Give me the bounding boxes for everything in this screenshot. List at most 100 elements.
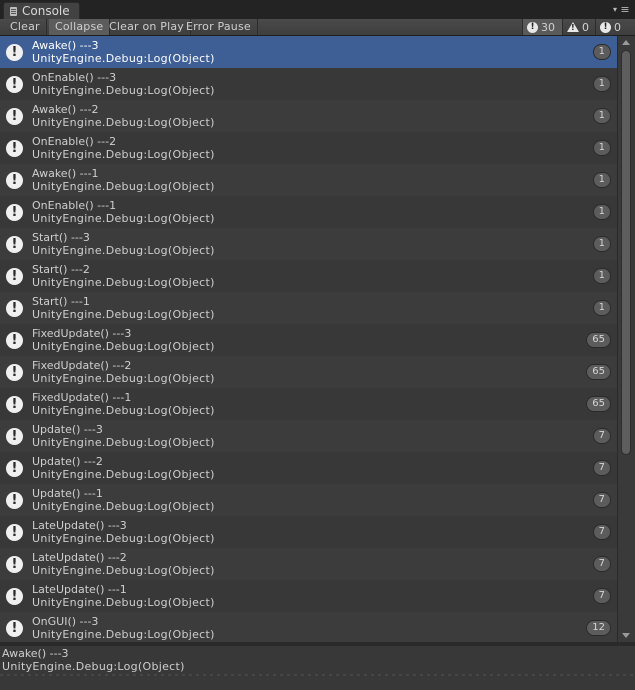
collapse-toggle[interactable]: Collapse bbox=[49, 19, 111, 35]
scrollbar-thumb[interactable] bbox=[621, 50, 631, 455]
detail-panel: Awake() ---3 UnityEngine.Debug:Log(Objec… bbox=[0, 646, 635, 690]
log-entry-count-badge: 7 bbox=[592, 524, 611, 540]
log-entry-row[interactable]: ! OnEnable() ---2 UnityEngine.Debug:Log(Ob… bbox=[0, 132, 617, 164]
console-toolbar: Clear Collapse Clear on Play Error Pause… bbox=[0, 19, 635, 36]
info-icon: ! bbox=[6, 108, 23, 125]
clear-button[interactable]: Clear bbox=[4, 19, 47, 35]
info-icon: ! bbox=[527, 21, 538, 33]
log-entry-row[interactable]: ! LateUpdate() ---2 UnityEngine.Debug:Log(… bbox=[0, 548, 617, 580]
error-pause-toggle[interactable]: Error Pause bbox=[180, 19, 258, 35]
log-entry-count-badge: 12 bbox=[586, 620, 611, 636]
log-entry-stacktrace: UnityEngine.Debug:Log(Object) bbox=[32, 564, 215, 577]
log-entry-row[interactable]: ! OnEnable() ---1 UnityEngine.Debug:Log(Ob… bbox=[0, 196, 617, 228]
log-entry-count-badge: 1 bbox=[592, 172, 611, 188]
window-menu-icon[interactable]: ≡ bbox=[613, 4, 631, 17]
log-entry-count-badge: 7 bbox=[592, 492, 611, 508]
log-entry-count-badge: 1 bbox=[592, 204, 611, 220]
error-count: 0 bbox=[614, 20, 621, 34]
log-entry-row[interactable]: ! Update() ---3 UnityEngine.Debug:Log(Obje… bbox=[0, 420, 617, 452]
vertical-scrollbar[interactable] bbox=[617, 36, 635, 642]
log-entry-row[interactable]: ! Start() ---3 UnityEngine.Debug:Log(Objec… bbox=[0, 228, 617, 260]
log-entry-count-badge: 7 bbox=[592, 428, 611, 444]
tab-console[interactable]: Console bbox=[3, 2, 80, 19]
log-entry-stacktrace: UnityEngine.Debug:Log(Object) bbox=[32, 500, 215, 513]
log-filter-toggle[interactable]: ! 30 bbox=[522, 19, 562, 35]
log-entry-row[interactable]: ! OnEnable() ---3 UnityEngine.Debug:Log(Ob… bbox=[0, 68, 617, 100]
log-entry-row[interactable]: ! Update() ---2 UnityEngine.Debug:Log(Obje… bbox=[0, 452, 617, 484]
info-icon: ! bbox=[6, 172, 23, 189]
log-entry-row[interactable]: ! Start() ---1 UnityEngine.Debug:Log(Objec… bbox=[0, 292, 617, 324]
log-entry-message: Start() ---3 bbox=[32, 231, 90, 244]
log-entry-count-badge: 7 bbox=[592, 588, 611, 604]
log-entry-stacktrace: UnityEngine.Debug:Log(Object) bbox=[32, 404, 215, 417]
log-entry-count-badge: 1 bbox=[592, 300, 611, 316]
log-entry-row[interactable]: ! FixedUpdate() ---3 UnityEngine.Debug:Log… bbox=[0, 324, 617, 356]
log-entry-row[interactable]: ! OnGUI() ---3 UnityEngine.Debug:Log(Objec… bbox=[0, 612, 617, 642]
scroll-up-arrow-icon[interactable] bbox=[622, 40, 630, 45]
log-entry-message: FixedUpdate() ---3 bbox=[32, 327, 132, 340]
log-entry-row[interactable]: ! LateUpdate() ---3 UnityEngine.Debug:Log(… bbox=[0, 516, 617, 548]
info-icon: ! bbox=[6, 588, 23, 605]
log-entry-row[interactable]: ! Update() ---1 UnityEngine.Debug:Log(Obje… bbox=[0, 484, 617, 516]
log-entry-message: Awake() ---2 bbox=[32, 103, 99, 116]
info-icon: ! bbox=[6, 268, 23, 285]
info-icon: ! bbox=[6, 364, 23, 381]
log-entry-message: LateUpdate() ---2 bbox=[32, 551, 127, 564]
log-entry-count-badge: 1 bbox=[592, 108, 611, 124]
log-entry-row[interactable]: ! Awake() ---2 UnityEngine.Debug:Log(Objec… bbox=[0, 100, 617, 132]
log-entry-row[interactable]: ! Start() ---2 UnityEngine.Debug:Log(Objec… bbox=[0, 260, 617, 292]
log-entry-message: Awake() ---1 bbox=[32, 167, 99, 180]
log-entry-stacktrace: UnityEngine.Debug:Log(Object) bbox=[32, 148, 215, 161]
log-entry-row[interactable]: ! FixedUpdate() ---1 UnityEngine.Debug:Log… bbox=[0, 388, 617, 420]
log-entry-stacktrace: UnityEngine.Debug:Log(Object) bbox=[32, 244, 215, 257]
log-entry-row[interactable]: ! Awake() ---1 UnityEngine.Debug:Log(Objec… bbox=[0, 164, 617, 196]
info-icon: ! bbox=[6, 620, 23, 637]
tab-console-label: Console bbox=[22, 4, 70, 18]
log-entry-stacktrace: UnityEngine.Debug:Log(Object) bbox=[32, 84, 215, 97]
log-entry-message: FixedUpdate() ---1 bbox=[32, 391, 132, 404]
log-entry-message: LateUpdate() ---3 bbox=[32, 519, 127, 532]
warning-filter-toggle[interactable]: 0 bbox=[562, 19, 595, 35]
detail-message: Awake() ---3 bbox=[2, 647, 69, 660]
info-icon: ! bbox=[6, 332, 23, 349]
log-entry-message: Start() ---1 bbox=[32, 295, 90, 308]
log-entry-stacktrace: UnityEngine.Debug:Log(Object) bbox=[32, 468, 215, 481]
detail-overflow-text bbox=[0, 674, 635, 676]
log-entry-count-badge: 1 bbox=[592, 44, 611, 60]
log-entry-message: OnEnable() ---1 bbox=[32, 199, 117, 212]
log-entry-message: LateUpdate() ---1 bbox=[32, 583, 127, 596]
log-entry-message: Update() ---2 bbox=[32, 455, 103, 468]
log-entry-count-badge: 1 bbox=[592, 140, 611, 156]
info-icon: ! bbox=[6, 460, 23, 477]
log-entry-stacktrace: UnityEngine.Debug:Log(Object) bbox=[32, 180, 215, 193]
info-icon: ! bbox=[6, 428, 23, 445]
log-entry-stacktrace: UnityEngine.Debug:Log(Object) bbox=[32, 212, 215, 225]
error-filter-toggle[interactable]: ! 0 bbox=[595, 19, 627, 35]
log-entry-stacktrace: UnityEngine.Debug:Log(Object) bbox=[32, 116, 215, 129]
log-entry-stacktrace: UnityEngine.Debug:Log(Object) bbox=[32, 628, 215, 641]
log-entry-message: OnEnable() ---2 bbox=[32, 135, 117, 148]
clear-on-play-toggle[interactable]: Clear on Play bbox=[103, 19, 192, 35]
warning-icon bbox=[567, 22, 579, 32]
log-entry-message: FixedUpdate() ---2 bbox=[32, 359, 132, 372]
log-entry-message: OnEnable() ---3 bbox=[32, 71, 117, 84]
log-entry-stacktrace: UnityEngine.Debug:Log(Object) bbox=[32, 532, 215, 545]
log-entry-message: OnGUI() ---3 bbox=[32, 615, 99, 628]
warning-count: 0 bbox=[582, 20, 589, 34]
log-entry-stacktrace: UnityEngine.Debug:Log(Object) bbox=[32, 596, 215, 609]
log-entry-row[interactable]: ! LateUpdate() ---1 UnityEngine.Debug:Log(… bbox=[0, 580, 617, 612]
info-icon: ! bbox=[6, 44, 23, 61]
log-entry-message: Start() ---2 bbox=[32, 263, 90, 276]
log-entry-row[interactable]: ! FixedUpdate() ---2 UnityEngine.Debug:Log… bbox=[0, 356, 617, 388]
log-entry-message: Awake() ---3 bbox=[32, 39, 99, 52]
log-entry-count-badge: 1 bbox=[592, 76, 611, 92]
log-entry-count-badge: 1 bbox=[592, 236, 611, 252]
detail-stacktrace: UnityEngine.Debug:Log(Object) bbox=[2, 660, 185, 673]
info-icon: ! bbox=[6, 396, 23, 413]
log-list[interactable]: ! Awake() ---3 UnityEngine.Debug:Log(Objec… bbox=[0, 36, 617, 642]
log-entry-message: Update() ---1 bbox=[32, 487, 103, 500]
scroll-down-arrow-icon[interactable] bbox=[622, 633, 630, 638]
log-entry-stacktrace: UnityEngine.Debug:Log(Object) bbox=[32, 52, 215, 65]
log-entry-stacktrace: UnityEngine.Debug:Log(Object) bbox=[32, 436, 215, 449]
log-entry-row[interactable]: ! Awake() ---3 UnityEngine.Debug:Log(Objec… bbox=[0, 36, 617, 68]
